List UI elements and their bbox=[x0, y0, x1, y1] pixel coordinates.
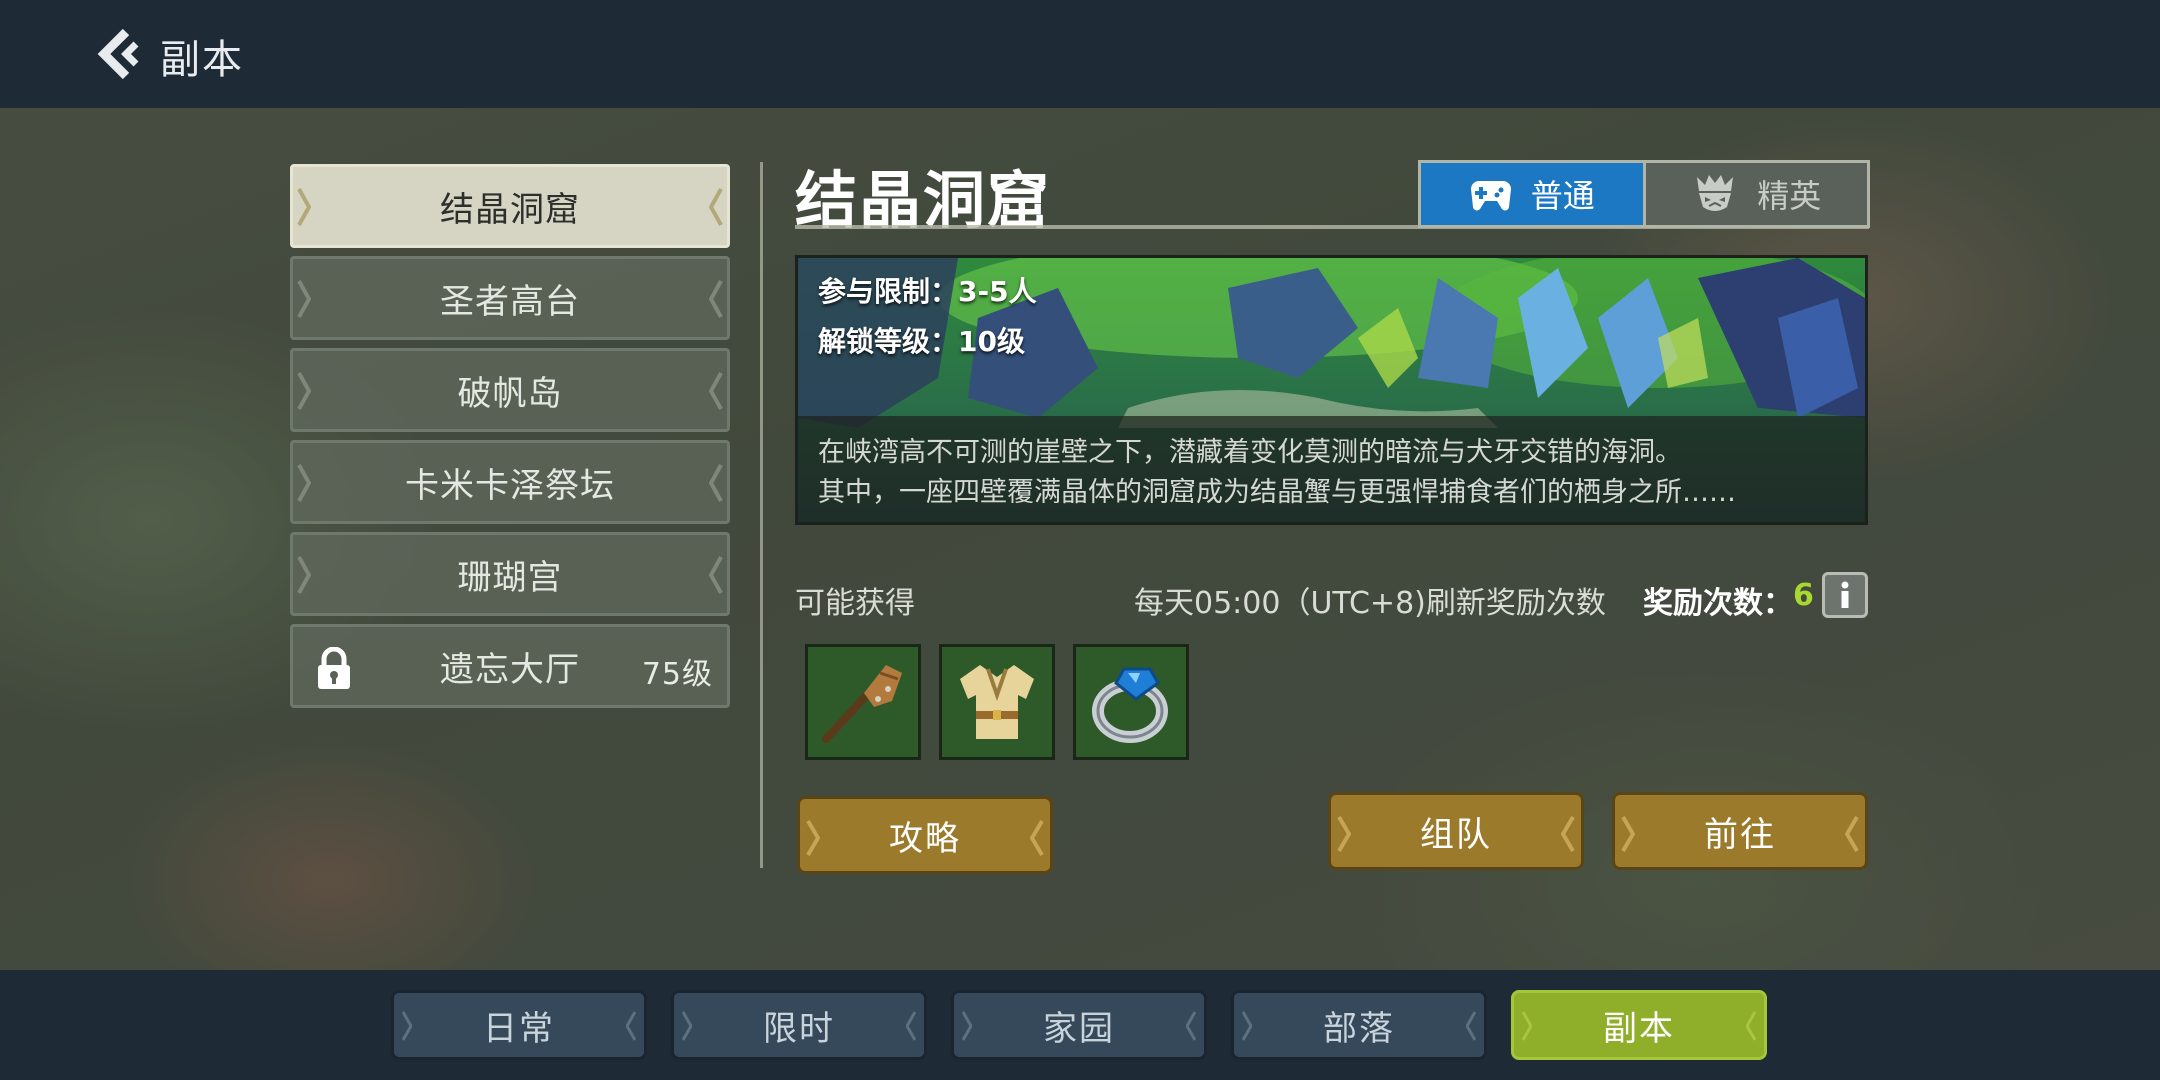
chevron-deco-icon bbox=[1746, 1011, 1756, 1041]
participant-limit: 参与限制：3-5人 bbox=[818, 275, 1037, 308]
tab-dungeon[interactable]: 副本 bbox=[1511, 990, 1767, 1060]
tunic-armor-icon bbox=[960, 665, 1034, 739]
tab-home[interactable]: 家园 bbox=[951, 990, 1207, 1060]
mode-normal-button[interactable]: 普通 bbox=[1421, 163, 1643, 225]
unlock-level: 解锁等级：10级 bbox=[818, 325, 1025, 358]
dungeon-item-forgotten-hall[interactable]: 遗忘大厅 75级 bbox=[290, 624, 730, 708]
chevron-deco-icon bbox=[402, 1011, 412, 1041]
chevron-deco-icon bbox=[1030, 819, 1044, 857]
dungeon-item-label: 卡米卡泽祭坛 bbox=[405, 465, 615, 506]
dungeon-item-sage-platform[interactable]: 圣者高台 bbox=[290, 256, 730, 340]
mode-elite-button[interactable]: 精英 bbox=[1642, 163, 1867, 225]
info-icon bbox=[1841, 581, 1849, 608]
chevron-deco-icon bbox=[1561, 815, 1575, 853]
chevron-deco-icon bbox=[1337, 815, 1351, 853]
team-button[interactable]: 组队 bbox=[1328, 792, 1584, 870]
chevron-deco-icon bbox=[709, 188, 723, 226]
dungeon-item-label: 结晶洞窟 bbox=[440, 189, 580, 230]
tab-label: 限时 bbox=[763, 1008, 835, 1049]
reward-item-slot[interactable] bbox=[1073, 644, 1189, 760]
chevron-deco-icon bbox=[297, 556, 311, 594]
blue-gem-ring-icon bbox=[1092, 667, 1168, 743]
mode-normal-label: 普通 bbox=[1530, 177, 1595, 215]
go-button-label: 前往 bbox=[1704, 814, 1776, 855]
chevron-deco-icon bbox=[806, 819, 820, 857]
chevron-deco-icon bbox=[682, 1011, 692, 1041]
tab-label: 副本 bbox=[1603, 1008, 1675, 1049]
wooden-club-icon bbox=[822, 665, 902, 743]
guide-button-label: 攻略 bbox=[889, 818, 961, 859]
top-bar: 副本 bbox=[0, 0, 2160, 108]
chevron-deco-icon bbox=[1845, 815, 1859, 853]
reward-item-slot[interactable] bbox=[939, 644, 1055, 760]
tab-tribe[interactable]: 部落 bbox=[1231, 990, 1487, 1060]
reward-count-label: 奖励次数： bbox=[1643, 586, 1793, 621]
chevron-deco-icon bbox=[962, 1011, 972, 1041]
dungeon-item-coral-palace[interactable]: 珊瑚宫 bbox=[290, 532, 730, 616]
page-title: 副本 bbox=[160, 37, 244, 83]
team-button-label: 组队 bbox=[1420, 814, 1492, 855]
dungeon-item-kamikaze-altar[interactable]: 卡米卡泽祭坛 bbox=[290, 440, 730, 524]
mode-elite-label: 精英 bbox=[1757, 177, 1822, 215]
tab-label: 家园 bbox=[1043, 1008, 1115, 1049]
unlock-level-badge: 75级 bbox=[641, 657, 713, 692]
guide-button[interactable]: 攻略 bbox=[797, 796, 1053, 874]
panel-divider bbox=[760, 162, 763, 868]
dungeon-item-label: 圣者高台 bbox=[440, 281, 580, 322]
chevron-deco-icon bbox=[709, 280, 723, 318]
reward-item-slot[interactable] bbox=[805, 644, 921, 760]
chevron-deco-icon bbox=[626, 1011, 636, 1041]
dungeon-banner: 参与限制：3-5人 解锁等级：10级 在峡湾高不可测的崖壁之下，潜藏着变化莫测的… bbox=[795, 255, 1868, 525]
dungeon-item-label: 遗忘大厅 bbox=[440, 649, 580, 690]
chevron-deco-icon bbox=[906, 1011, 916, 1041]
difficulty-toggle: 普通 精英 bbox=[1418, 160, 1870, 228]
chevron-deco-icon bbox=[297, 188, 311, 226]
possible-rewards-label: 可能获得 bbox=[795, 586, 915, 621]
tab-label: 日常 bbox=[483, 1008, 555, 1049]
go-button[interactable]: 前往 bbox=[1612, 792, 1868, 870]
chevron-deco-icon bbox=[297, 280, 311, 318]
dungeon-item-crystal-cave[interactable]: 结晶洞窟 bbox=[290, 164, 730, 248]
chevron-deco-icon bbox=[1621, 815, 1635, 853]
chevron-deco-icon bbox=[709, 464, 723, 502]
chevron-deco-icon bbox=[297, 464, 311, 502]
dungeon-item-label: 珊瑚宫 bbox=[457, 557, 563, 598]
dungeon-item-broken-sail-island[interactable]: 破帆岛 bbox=[290, 348, 730, 432]
back-arrow-icon bbox=[97, 28, 139, 80]
reward-count-value: 6 bbox=[1793, 578, 1814, 613]
tab-limited[interactable]: 限时 bbox=[671, 990, 927, 1060]
lock-icon bbox=[318, 647, 350, 689]
refresh-info: 每天05:00（UTC+8)刷新奖励次数 bbox=[1134, 586, 1606, 621]
chevron-deco-icon bbox=[709, 556, 723, 594]
chevron-deco-icon bbox=[1242, 1011, 1252, 1041]
back-button[interactable] bbox=[96, 28, 146, 80]
dungeon-description: 在峡湾高不可测的崖壁之下，潜藏着变化莫测的暗流与犬牙交错的海洞。 其中，一座四壁… bbox=[798, 416, 1865, 522]
info-button[interactable] bbox=[1822, 572, 1868, 618]
tab-label: 部落 bbox=[1323, 1008, 1395, 1049]
chevron-deco-icon bbox=[1522, 1011, 1532, 1041]
monster-crown-icon bbox=[1697, 175, 1734, 211]
tab-daily[interactable]: 日常 bbox=[391, 990, 647, 1060]
description-line: 其中，一座四壁覆满晶体的洞窟成为结晶蟹与更强悍捕食者们的栖身之所…… bbox=[818, 477, 1736, 508]
description-line: 在峡湾高不可测的崖壁之下，潜藏着变化莫测的暗流与犬牙交错的海洞。 bbox=[818, 437, 1682, 468]
dungeon-item-label: 破帆岛 bbox=[457, 373, 563, 414]
chevron-deco-icon bbox=[297, 372, 311, 410]
chevron-deco-icon bbox=[1466, 1011, 1476, 1041]
gamepad-icon bbox=[1470, 181, 1511, 211]
chevron-deco-icon bbox=[709, 372, 723, 410]
chevron-deco-icon bbox=[1186, 1011, 1196, 1041]
